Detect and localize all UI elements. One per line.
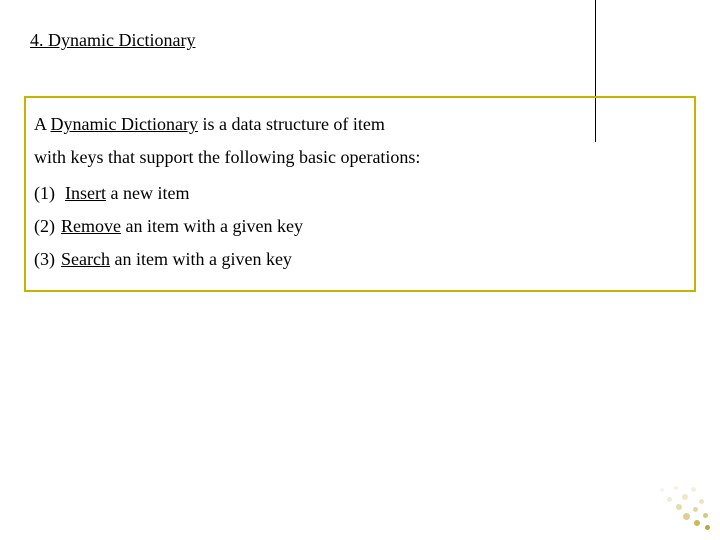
operation-item: (3) Search an item with a given key [34,243,686,276]
operation-item: (2) Remove an item with a given key [34,210,686,243]
defn-lead: A [34,114,51,134]
op-verb: Insert [65,183,106,203]
op-rest: a new item [106,183,189,203]
operation-item: (1) Insert a new item [34,177,686,210]
defn-mid: is a data structure of item [198,114,385,134]
slide-title: 4. Dynamic Dictionary [30,30,195,51]
defn-term: Dynamic Dictionary [51,114,198,134]
op-number: (2) [34,210,55,243]
decorative-dots-icon [652,472,712,532]
content-box: A Dynamic Dictionary is a data structure… [24,96,696,292]
op-number: (1) [34,177,55,210]
op-rest: an item with a given key [121,216,303,236]
definition-line-1: A Dynamic Dictionary is a data structure… [34,108,686,141]
definition-line-2: with keys that support the following bas… [34,141,686,174]
op-verb: Search [61,249,110,269]
op-rest: an item with a given key [110,249,292,269]
op-verb: Remove [61,216,121,236]
op-number: (3) [34,243,55,276]
operations-list: (1) Insert a new item (2) Remove an item w… [34,177,686,277]
